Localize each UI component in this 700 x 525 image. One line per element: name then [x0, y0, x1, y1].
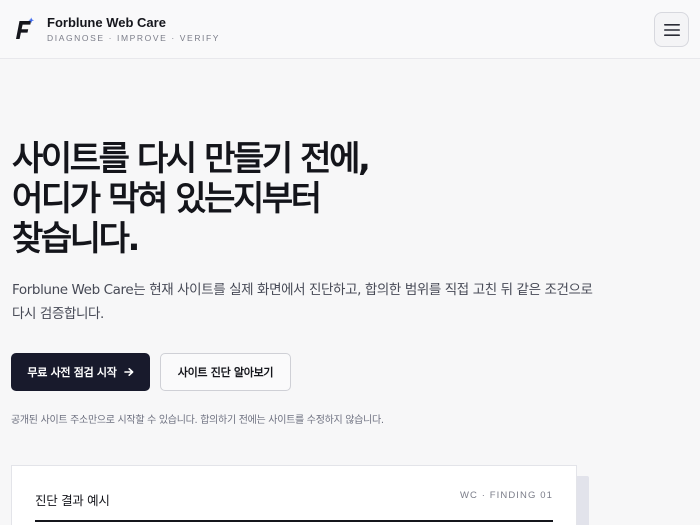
free-precheck-label: 무료 사전 점검 시작	[27, 366, 117, 379]
card-divider	[35, 520, 553, 522]
hero-headline: 사이트를 다시 만들기 전에, 어디가 막혀 있는지부터 찾습니다.	[12, 139, 652, 259]
learn-diagnosis-label: 사이트 진단 알아보기	[177, 366, 274, 379]
card-code: WC · FINDING 01	[459, 490, 553, 501]
hero-note: 공개된 사이트 주소만으로 시작할 수 있습니다. 합의하기 전에는 사이트를 …	[11, 415, 384, 426]
headline-line: 어디가 막혀 있는지부터	[12, 179, 322, 219]
brand-tagline: DIAGNOSE · IMPROVE · VERIFY	[47, 33, 221, 43]
menu-button[interactable]	[654, 12, 689, 47]
headline-line: 사이트를 다시 만들기 전에,	[12, 139, 371, 179]
hamburger-menu-icon	[663, 23, 680, 36]
brand-name[interactable]: Forblune Web Care	[47, 15, 166, 30]
hero-description: Forblune Web Care는 현재 사이트를 실제 화면에서 진단하고,…	[12, 278, 612, 326]
arrow-right-icon	[123, 368, 133, 376]
finding-example-card: 진단 결과 예시 WC · FINDING 01	[11, 465, 577, 525]
card-title: 진단 결과 예시	[35, 493, 110, 508]
learn-diagnosis-button[interactable]: 사이트 진단 알아보기	[160, 353, 291, 391]
description-line: Forblune Web Care는 현재 사이트를 실제 화면에서 진단하고,…	[12, 282, 593, 298]
free-precheck-button[interactable]: 무료 사전 점검 시작	[11, 353, 150, 391]
description-line: 다시 검증합니다.	[12, 306, 104, 322]
site-header: Forblune Web Care DIAGNOSE · IMPROVE · V…	[0, 0, 700, 59]
headline-line: 찾습니다.	[12, 219, 140, 259]
forblune-logo-icon[interactable]	[13, 17, 35, 41]
